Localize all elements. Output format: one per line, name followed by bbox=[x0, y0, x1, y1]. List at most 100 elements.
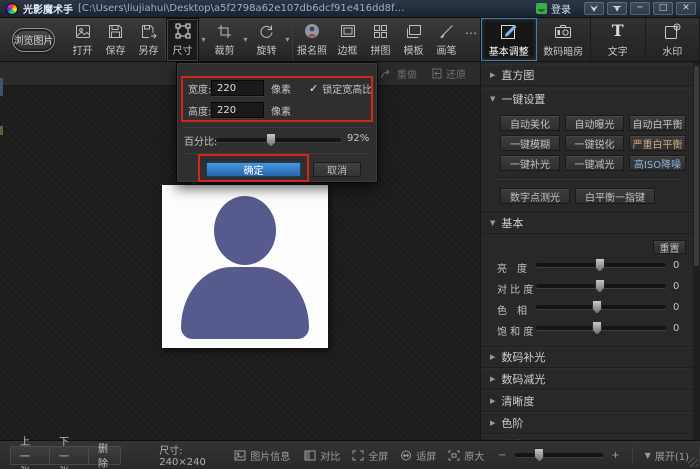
brightness-slider[interactable] bbox=[536, 258, 666, 272]
watermark-icon bbox=[664, 22, 681, 41]
save-as-button[interactable]: 另存 bbox=[132, 18, 165, 62]
tab-watermark[interactable]: 水印 bbox=[646, 18, 700, 61]
ok-button[interactable]: 确定 bbox=[206, 162, 301, 177]
sidebar-scrollbar-thumb[interactable] bbox=[694, 66, 699, 266]
skin-icon[interactable] bbox=[584, 2, 604, 15]
zoom-out-button[interactable]: − bbox=[498, 450, 506, 461]
collage-button[interactable]: 拼图 bbox=[364, 18, 397, 62]
maximize-button[interactable]: □ bbox=[653, 2, 673, 15]
section-one-click[interactable]: ▼ 一键设置 bbox=[481, 88, 693, 110]
lock-ratio-label: 锁定宽高比 bbox=[322, 81, 372, 96]
contrast-slider-thumb[interactable] bbox=[595, 279, 605, 293]
fit-screen-button[interactable]: 适屏 bbox=[400, 448, 436, 463]
delete-image-button[interactable]: 删除 bbox=[88, 446, 121, 465]
minimize-button[interactable]: ─ bbox=[630, 2, 650, 15]
redo-button[interactable]: 重做 bbox=[381, 66, 417, 81]
auto-exposure-button[interactable]: 自动曝光 bbox=[565, 115, 624, 131]
original-size-button[interactable]: 原大 bbox=[448, 448, 484, 463]
cancel-button[interactable]: 取消 bbox=[313, 162, 361, 177]
open-icon bbox=[75, 23, 91, 40]
avatar-placeholder-head bbox=[214, 196, 276, 265]
fullscreen-button[interactable]: 全屏 bbox=[352, 448, 388, 463]
expanded-arrow-icon: ▼ bbox=[490, 95, 495, 103]
section-digital-fill-light[interactable]: ▶ 数码补光 bbox=[481, 346, 693, 368]
one-click-dim-button[interactable]: 一键减光 bbox=[565, 155, 624, 171]
height-input[interactable] bbox=[211, 102, 264, 118]
restore-button[interactable]: 还原 bbox=[431, 66, 466, 81]
edited-image[interactable] bbox=[162, 185, 328, 348]
tab-text[interactable]: T 文字 bbox=[591, 18, 646, 61]
hue-slider-thumb[interactable] bbox=[592, 300, 602, 314]
toolbar-more-button[interactable]: ⋯ bbox=[465, 18, 478, 40]
save-button[interactable]: 保存 bbox=[99, 18, 132, 62]
id-photo-button[interactable]: 报名照 bbox=[293, 18, 331, 62]
resize-dropdown-arrow[interactable]: ▾ bbox=[199, 18, 208, 62]
saturation-slider-thumb[interactable] bbox=[592, 321, 602, 335]
main-menu-icon[interactable]: ▼ bbox=[607, 2, 627, 15]
contrast-slider[interactable] bbox=[536, 279, 666, 293]
auto-white-balance-button[interactable]: 自动白平衡 bbox=[629, 115, 686, 131]
section-levels[interactable]: ▶ 色阶 bbox=[481, 412, 693, 434]
tab-basic-adjust[interactable]: 基本调整 bbox=[481, 18, 537, 61]
one-click-blur-button[interactable]: 一键模糊 bbox=[500, 135, 560, 151]
expand-panel-button[interactable]: ▼ 展开(1) bbox=[645, 448, 689, 463]
app-title: 光影魔术手 bbox=[23, 1, 73, 16]
image-info-icon bbox=[234, 450, 246, 461]
resize-dialog: 宽度: 像素 ✓ 锁定宽高比 高度: 像素 百分比: 92% 确定 取消 bbox=[176, 62, 378, 183]
zoom-in-button[interactable]: + bbox=[611, 450, 619, 461]
auto-beautify-button[interactable]: 自动美化 bbox=[500, 115, 560, 131]
thumbnail-sliver bbox=[0, 78, 3, 96]
main-toolbar: 浏览图片 打开 保存 另存 bbox=[0, 18, 480, 62]
crop-dropdown-arrow[interactable]: ▾ bbox=[241, 18, 250, 62]
tab-digital-darkroom[interactable]: 数码暗房 bbox=[537, 18, 592, 61]
hue-slider[interactable] bbox=[536, 300, 666, 314]
compare-button[interactable]: 对比 bbox=[304, 448, 340, 463]
brightness-slider-thumb[interactable] bbox=[595, 258, 605, 272]
one-click-sharpen-button[interactable]: 一键锐化 bbox=[565, 135, 624, 151]
rotate-button[interactable]: 旋转 bbox=[250, 18, 283, 62]
rotate-dropdown-arrow[interactable]: ▾ bbox=[283, 18, 292, 62]
close-button[interactable]: ✕ bbox=[676, 2, 696, 15]
window-resize-grip[interactable] bbox=[688, 457, 698, 467]
high-iso-denoise-button[interactable]: 高ISO降噪 bbox=[629, 155, 686, 171]
image-info-button[interactable]: 图片信息 bbox=[234, 448, 290, 463]
resize-button[interactable]: 尺寸 bbox=[166, 18, 199, 62]
brush-icon bbox=[439, 23, 454, 40]
saturation-slider[interactable] bbox=[536, 321, 666, 335]
severe-white-balance-button[interactable]: 严重白平衡 bbox=[629, 135, 686, 151]
brightness-label: 亮 度 bbox=[497, 260, 527, 275]
contrast-value: 0 bbox=[673, 281, 679, 292]
brush-button[interactable]: 画笔 bbox=[430, 18, 463, 62]
crop-button[interactable]: 裁剪 bbox=[208, 18, 241, 62]
template-button[interactable]: 模板 bbox=[397, 18, 430, 62]
zoom-slider-thumb[interactable] bbox=[534, 448, 544, 462]
lock-ratio-checkbox[interactable]: ✓ bbox=[309, 82, 318, 95]
section-digital-dim-light[interactable]: ▶ 数码减光 bbox=[481, 368, 693, 390]
rotate-icon bbox=[259, 23, 274, 40]
height-label: 高度: bbox=[188, 103, 211, 118]
app-logo-icon bbox=[6, 3, 18, 15]
template-icon bbox=[406, 23, 422, 40]
contrast-label: 对 比 度 bbox=[497, 281, 533, 296]
frame-button[interactable]: 边框 bbox=[331, 18, 364, 62]
browse-images-button[interactable]: 浏览图片 bbox=[12, 28, 55, 52]
percent-slider-thumb[interactable] bbox=[266, 133, 276, 147]
section-histogram[interactable]: ▶ 直方图 bbox=[481, 64, 693, 86]
section-clarity[interactable]: ▶ 清晰度 bbox=[481, 390, 693, 412]
fit-screen-icon bbox=[400, 450, 412, 461]
section-basic[interactable]: ▼ 基本 bbox=[481, 212, 693, 234]
previous-image-button[interactable]: 上一张 bbox=[10, 446, 49, 465]
one-click-fill-light-button[interactable]: 一键补光 bbox=[500, 155, 560, 171]
reset-button[interactable]: 重置 bbox=[653, 240, 686, 254]
sidebar-scrollbar[interactable] bbox=[693, 62, 700, 440]
zoom-slider[interactable] bbox=[515, 448, 604, 462]
open-button[interactable]: 打开 bbox=[66, 18, 99, 62]
white-balance-key-button[interactable]: 白平衡一指键 bbox=[575, 188, 655, 204]
percent-value: 92% bbox=[347, 133, 369, 144]
next-image-button[interactable]: 下一张 bbox=[49, 446, 88, 465]
brightness-value: 0 bbox=[673, 260, 679, 271]
digital-spot-metering-button[interactable]: 数字点测光 bbox=[500, 188, 570, 204]
login-button[interactable]: 登录 bbox=[536, 1, 571, 16]
percent-slider[interactable] bbox=[216, 133, 341, 147]
width-input[interactable] bbox=[211, 80, 264, 96]
